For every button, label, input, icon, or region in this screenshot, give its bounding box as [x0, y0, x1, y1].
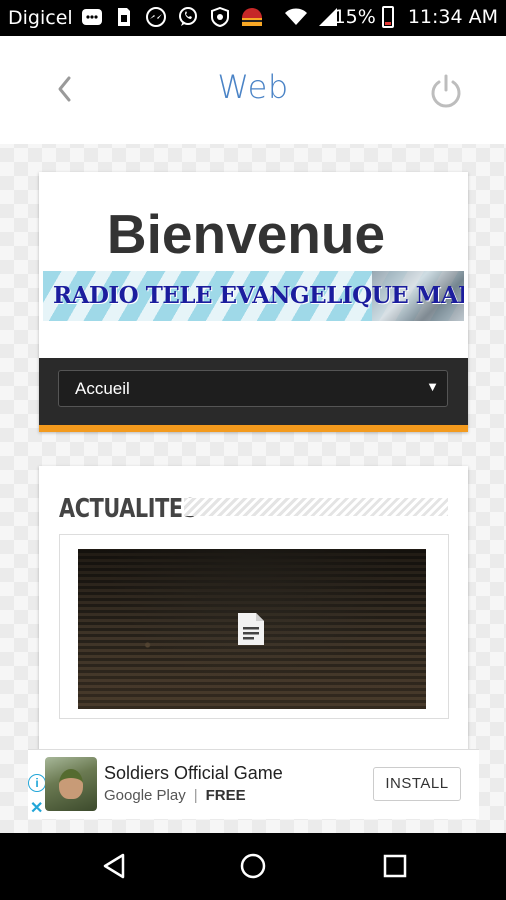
wifi-icon	[284, 6, 308, 28]
ad-banner[interactable]: i ✕ Soldiers Official Game Google Play | F…	[28, 749, 479, 819]
ad-info-icon[interactable]: i	[28, 774, 46, 792]
document-icon	[236, 611, 266, 647]
status-right: 15% 11:34 AM	[334, 6, 498, 28]
ad-price: FREE	[205, 787, 246, 804]
battery-icon	[381, 6, 394, 28]
menu-select-value: Accueil	[75, 379, 130, 398]
home-nav-icon[interactable]	[238, 851, 268, 881]
radio-banner: RADIO TELE EVANGELIQUE MARANATHA	[43, 271, 464, 321]
bbm-icon	[80, 6, 104, 28]
ad-title: Soldiers Official Game	[104, 763, 283, 783]
system-nav-bar	[0, 833, 506, 900]
back-nav-icon[interactable]	[100, 851, 130, 881]
ad-subtitle: Google Play | FREE	[104, 787, 246, 804]
recents-nav-icon[interactable]	[380, 851, 410, 881]
clock: 11:34 AM	[407, 6, 498, 28]
news-heading: ACTUALITES	[59, 494, 198, 524]
site-nav-bar: Accueil ▼	[39, 358, 468, 432]
app-content: Web Bienvenue RADIO TELE EVANGELIQUE MAR…	[0, 36, 506, 833]
welcome-card: Bienvenue RADIO TELE EVANGELIQUE MARANAT…	[39, 172, 468, 432]
heading-divider	[184, 498, 448, 516]
welcome-heading: Bienvenue	[106, 203, 386, 265]
news-card: ACTUALITES	[39, 466, 468, 766]
app-icon	[240, 6, 264, 28]
battery-percent: 15%	[333, 6, 376, 28]
ad-app-icon	[45, 757, 97, 811]
status-bar: Digicel 15% 11:34 AM	[0, 0, 506, 36]
news-item[interactable]	[59, 534, 449, 719]
news-thumbnail[interactable]	[78, 549, 426, 709]
ad-store: Google Play	[104, 787, 186, 804]
sim-icon	[112, 6, 136, 28]
dropdown-arrow-icon: ▼	[426, 379, 439, 394]
banner-text: RADIO TELE EVANGELIQUE MARANATHA	[53, 282, 464, 309]
top-bar: Web	[0, 36, 506, 144]
power-icon[interactable]	[428, 72, 464, 110]
shield-icon	[208, 6, 232, 28]
install-button[interactable]: INSTALL	[373, 767, 461, 801]
whatsapp-icon	[176, 6, 200, 28]
ad-close-icon[interactable]: ✕	[30, 798, 43, 818]
menu-select[interactable]: Accueil ▼	[58, 370, 448, 407]
ad-separator: |	[193, 787, 198, 804]
notification-icons	[80, 6, 340, 28]
carrier-name: Digicel	[8, 7, 73, 29]
messenger-icon	[144, 6, 168, 28]
